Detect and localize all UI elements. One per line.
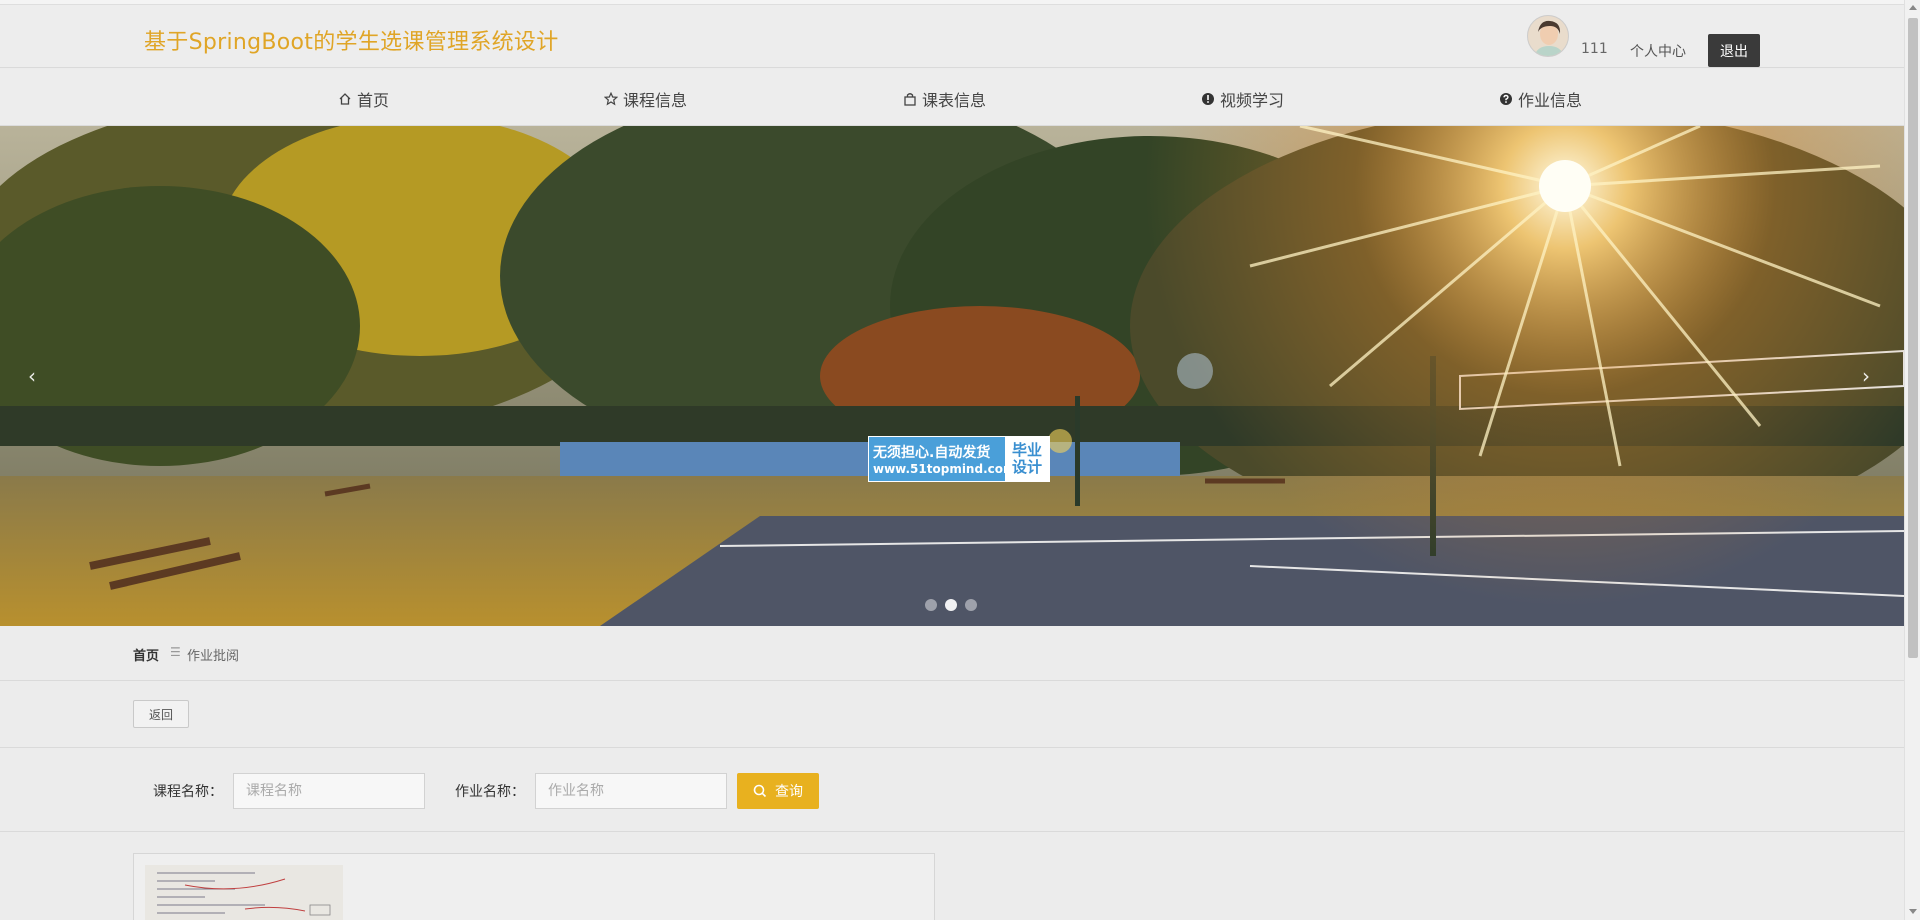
nav-item-assignments[interactable]: 作业信息 [1499, 87, 1582, 111]
site-title: 基于SpringBoot的学生选课管理系统设计 [144, 30, 559, 55]
nav-label: 课表信息 [922, 91, 987, 110]
exclamation-circle-icon [1202, 93, 1214, 105]
watermark-badge: 无须担心.自动发货 www.51topmind.com 毕业 设计 [868, 436, 1050, 482]
assignment-name-label: 作业名称： [455, 784, 525, 800]
assignment-card[interactable] [133, 853, 935, 920]
carousel-prev-icon[interactable]: ‹ [28, 364, 36, 388]
watermark-line1: 无须担心.自动发货 [873, 445, 991, 461]
nav-label: 作业信息 [1518, 91, 1583, 110]
search-icon [753, 784, 767, 798]
assignment-thumbnail[interactable] [145, 865, 343, 920]
carousel-dots [925, 599, 977, 611]
scroll-down-icon[interactable] [1909, 909, 1917, 914]
watermark-line2: www.51topmind.com [873, 462, 1016, 476]
page-scrollbar[interactable] [1904, 0, 1920, 920]
assignment-name-input[interactable] [535, 773, 727, 809]
watermark-label: 毕业 设计 [1005, 437, 1049, 481]
banner-image [0, 126, 1904, 626]
breadcrumb-current: 作业批阅 [187, 649, 240, 664]
nav-item-videos[interactable]: 视频学习 [1201, 87, 1284, 111]
scroll-up-icon[interactable] [1909, 5, 1917, 10]
breadcrumb-separator-icon: ☰ [170, 645, 181, 659]
nav-item-home[interactable]: 首页 [338, 87, 389, 111]
question-circle-icon [1500, 93, 1512, 105]
bag-icon [904, 93, 916, 106]
star-icon [604, 92, 618, 106]
carousel-dot-1[interactable] [925, 599, 937, 611]
nav-label: 课程信息 [623, 91, 688, 110]
logout-button[interactable]: 退出 [1708, 34, 1760, 67]
scrollbar-thumb[interactable] [1908, 18, 1918, 658]
main-nav: 首页 课程信息 课表信息 视频学习 作业信息 [0, 69, 1904, 126]
banner-carousel: ‹ › 无须担心.自动发货 www.51topmind.com 毕业 设计 [0, 126, 1904, 626]
search-button-label: 查询 [775, 783, 803, 799]
watermark-badge-line2: 设计 [1011, 458, 1042, 476]
carousel-dot-2[interactable] [945, 599, 957, 611]
watermark-badge-line1: 毕业 [1011, 441, 1042, 459]
nav-label: 首页 [357, 91, 390, 110]
nav-label: 视频学习 [1220, 91, 1285, 110]
home-icon [339, 93, 351, 105]
user-name: 111 [1581, 41, 1608, 57]
carousel-dot-3[interactable] [965, 599, 977, 611]
watermark-text: 无须担心.自动发货 www.51topmind.com [869, 437, 1016, 481]
nav-item-timetable[interactable]: 课表信息 [903, 87, 986, 111]
carousel-next-icon[interactable]: › [1862, 364, 1870, 388]
avatar[interactable] [1527, 15, 1569, 57]
nav-item-courses[interactable]: 课程信息 [604, 87, 687, 111]
breadcrumb-home[interactable]: 首页 [133, 645, 159, 664]
site-header: 基于SpringBoot的学生选课管理系统设计 111 个人中心 退出 [0, 5, 1904, 68]
course-name-label: 课程名称： [153, 784, 223, 800]
course-name-input[interactable] [233, 773, 425, 809]
back-button[interactable]: 返回 [133, 700, 189, 728]
action-bar: 返回 [0, 682, 1904, 748]
profile-link[interactable]: 个人中心 [1630, 41, 1686, 61]
breadcrumb: 首页 ☰ 作业批阅 [0, 626, 1904, 681]
search-bar: 课程名称： 作业名称： 查询 [0, 749, 1904, 832]
search-button[interactable]: 查询 [737, 773, 819, 809]
